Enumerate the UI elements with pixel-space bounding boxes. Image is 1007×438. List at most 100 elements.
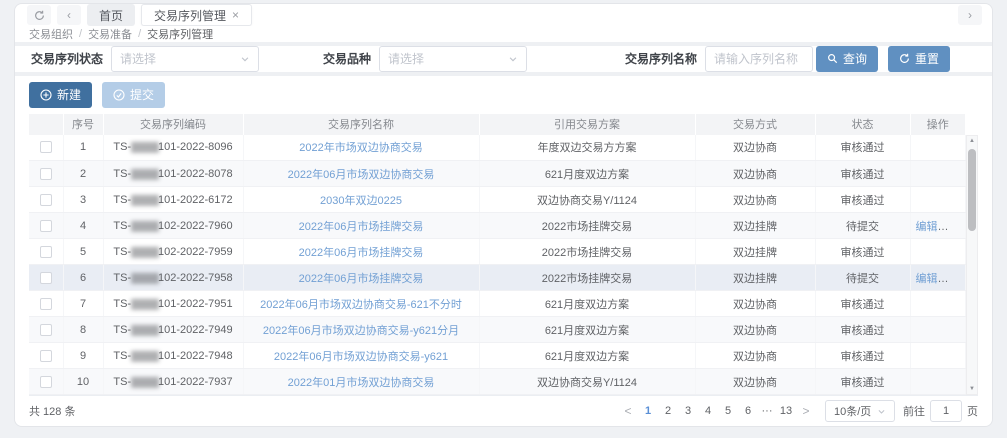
tab-sequence-management[interactable]: 交易序列管理 ×	[141, 4, 252, 26]
tab-home[interactable]: 首页	[87, 4, 135, 26]
code-suffix: 102-2022-7958	[158, 272, 233, 284]
next-page-icon[interactable]: >	[797, 401, 815, 421]
pagination-bar: 共 128 条 <123456···13> 10条/页 前往 页	[29, 396, 978, 426]
row-checkbox[interactable]	[40, 168, 52, 180]
code-prefix: TS-	[113, 298, 131, 310]
sequence-code: TS-█████102-2022-7958	[103, 265, 243, 291]
sequence-name-cell: 2030年双边0225	[243, 187, 479, 213]
main-content: 新建 提交 序号交易序列编码交易序列名称引用交易方案交易方式状态操作 1TS-█…	[15, 76, 992, 427]
sequence-name-link[interactable]: 2022年06月市场挂牌交易	[299, 221, 424, 233]
create-button[interactable]: 新建	[29, 82, 92, 108]
sequence-code: TS-█████101-2022-7951	[103, 291, 243, 317]
page-number[interactable]: 1	[639, 401, 657, 421]
checkbox-cell	[29, 369, 63, 395]
row-checkbox[interactable]	[40, 324, 52, 336]
search-button[interactable]: 查询	[816, 46, 878, 72]
code-suffix: 101-2022-7948	[158, 350, 233, 362]
submit-button[interactable]: 提交	[102, 82, 165, 108]
forward-icon[interactable]: ›	[958, 5, 982, 25]
plus-circle-icon	[40, 89, 52, 101]
sequence-name-link[interactable]: 2022年06月市场双边协商交易-621不分时	[260, 299, 462, 311]
scroll-down-icon[interactable]: ▼	[969, 383, 975, 394]
edit-link[interactable]: 编辑	[916, 221, 938, 233]
sequence-name-cell: 2022年06月市场双边协商交易-621不分时	[243, 291, 479, 317]
trade-mode: 双边协商	[695, 369, 815, 395]
row-checkbox[interactable]	[40, 376, 52, 388]
checkbox-cell	[29, 161, 63, 187]
row-checkbox[interactable]	[40, 141, 52, 153]
row-actions	[910, 369, 966, 395]
code-redacted: █████	[131, 351, 158, 361]
edit-link[interactable]: 编辑	[916, 273, 938, 285]
page-number[interactable]: 13	[777, 401, 795, 421]
sequence-name-link[interactable]: 2022年06月市场双边协商交易	[288, 169, 435, 181]
prev-page-icon[interactable]: <	[619, 401, 637, 421]
row-number: 7	[63, 291, 103, 317]
search-icon	[827, 53, 838, 64]
sequence-name-link[interactable]: 2022年06月市场挂牌交易	[299, 247, 424, 259]
delete-link[interactable]: 删除	[948, 221, 966, 233]
referenced-plan: 621月度双边方案	[479, 343, 695, 369]
sequence-name-link[interactable]: 2022年01月市场双边协商交易	[288, 377, 435, 389]
breadcrumb-item[interactable]: 交易序列管理	[147, 26, 213, 42]
checkbox-cell	[29, 213, 63, 239]
sequence-name-cell: 2022年06月市场双边协商交易-y621分月	[243, 317, 479, 343]
tab-sequence-label: 交易序列管理	[154, 7, 226, 24]
row-actions	[910, 239, 966, 265]
breadcrumb-item[interactable]: 交易准备	[88, 26, 132, 42]
status-text: 审核通过	[815, 369, 910, 395]
vertical-scrollbar[interactable]: ▲ ▼	[966, 135, 978, 396]
row-checkbox[interactable]	[40, 298, 52, 310]
reset-button[interactable]: 重置	[888, 46, 950, 72]
sequence-name-link[interactable]: 2030年双边0225	[320, 195, 402, 207]
back-icon[interactable]: ‹	[57, 5, 81, 25]
row-number: 9	[63, 343, 103, 369]
page-number[interactable]: 5	[719, 401, 737, 421]
sequence-name-link[interactable]: 2022年06月市场挂牌交易	[299, 273, 424, 285]
trade-mode: 双边协商	[695, 187, 815, 213]
delete-link[interactable]: 删除	[948, 273, 966, 285]
sequence-code: TS-█████101-2022-7937	[103, 369, 243, 395]
close-icon[interactable]: ×	[232, 9, 239, 21]
table-container: 序号交易序列编码交易序列名称引用交易方案交易方式状态操作 1TS-█████10…	[29, 114, 978, 397]
row-number: 4	[63, 213, 103, 239]
scroll-up-icon[interactable]: ▲	[969, 136, 975, 147]
code-redacted: █████	[131, 299, 158, 309]
page-number[interactable]: 6	[739, 401, 757, 421]
code-redacted: █████	[131, 221, 158, 231]
goto-page-input[interactable]	[930, 400, 962, 422]
row-checkbox[interactable]	[40, 272, 52, 284]
variety-select[interactable]: 请选择	[379, 46, 527, 72]
sequence-name-link[interactable]: 2022年市场双边协商交易	[299, 142, 422, 154]
sequence-code: TS-█████102-2022-7959	[103, 239, 243, 265]
referenced-plan: 双边协商交易Y/1124	[479, 369, 695, 395]
tab-home-label: 首页	[99, 7, 123, 24]
page-number[interactable]: 4	[699, 401, 717, 421]
sequence-name-link[interactable]: 2022年06月市场双边协商交易-y621分月	[263, 325, 459, 337]
sequence-code: TS-█████101-2022-7948	[103, 343, 243, 369]
refresh-icon[interactable]	[27, 5, 51, 25]
status-text: 审核通过	[815, 187, 910, 213]
code-redacted: █████	[131, 169, 158, 179]
tab-bar: ‹ 首页 交易序列管理 × ›	[15, 4, 992, 26]
page-number[interactable]: 2	[659, 401, 677, 421]
page-size-select[interactable]: 10条/页	[825, 400, 895, 422]
sequence-name-link[interactable]: 2022年06月市场双边协商交易-y621	[274, 351, 448, 363]
pages-ellipsis: ···	[759, 405, 775, 417]
sequence-name-input[interactable]	[714, 52, 804, 66]
row-checkbox[interactable]	[40, 220, 52, 232]
referenced-plan: 年度双边交易方方案	[479, 135, 695, 161]
table-row: 1TS-█████101-2022-80962022年市场双边协商交易年度双边交…	[29, 135, 966, 161]
row-checkbox[interactable]	[40, 194, 52, 206]
page-number[interactable]: 3	[679, 401, 697, 421]
code-suffix: 101-2022-6172	[158, 194, 233, 206]
status-select[interactable]: 请选择	[111, 46, 259, 72]
row-actions	[910, 161, 966, 187]
breadcrumb-item[interactable]: 交易组织	[29, 26, 73, 42]
row-checkbox[interactable]	[40, 246, 52, 258]
scrollbar-thumb[interactable]	[968, 149, 976, 231]
row-checkbox[interactable]	[40, 350, 52, 362]
status-text: 待提交	[815, 265, 910, 291]
sequence-name-cell: 2022年01月市场双边协商交易	[243, 369, 479, 395]
code-suffix: 101-2022-8096	[158, 141, 233, 153]
